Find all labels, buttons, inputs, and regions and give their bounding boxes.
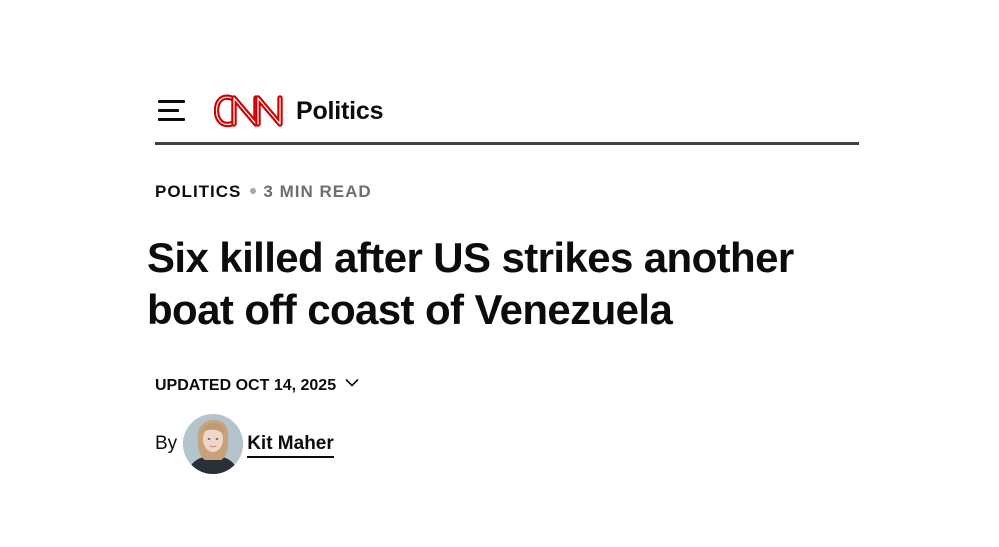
separator-dot-icon [250,187,257,194]
byline: By Kit Maher [155,414,334,474]
updated-timestamp: UPDATED OCT 14, 2025 [155,377,337,394]
section-kicker[interactable]: POLITICS [155,182,241,201]
byline-prefix: By [155,433,178,454]
timestamp-toggle[interactable]: UPDATED OCT 14, 2025 [155,375,359,397]
author-link[interactable]: Kit Maher [247,433,334,458]
article-headline: Six killed after US strikes another boat… [147,234,794,333]
header-divider [155,142,859,145]
site-header: Politics [155,90,859,142]
article-meta: POLITICS 3 MIN READ [155,182,372,202]
section-title[interactable]: Politics [296,96,384,126]
cnn-logo[interactable] [214,92,286,130]
author-avatar[interactable] [183,414,244,474]
hamburger-menu-icon[interactable] [158,99,185,121]
read-time: 3 MIN READ [263,182,372,201]
chevron-down-icon[interactable] [345,376,359,390]
